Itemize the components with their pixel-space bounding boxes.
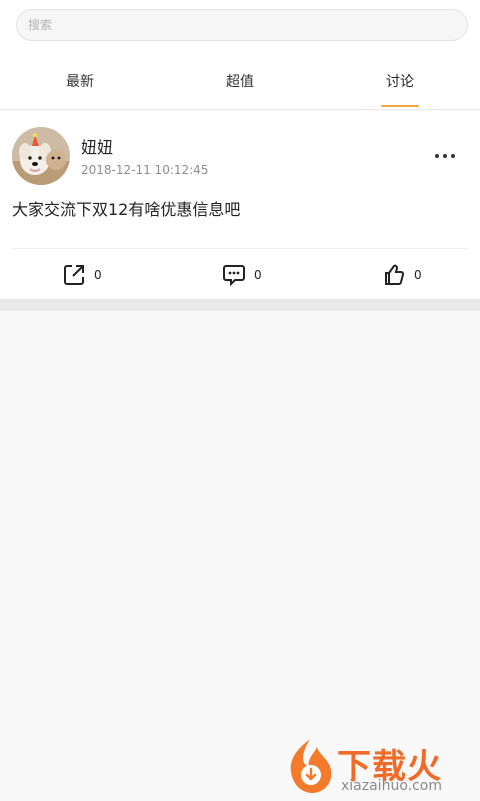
comment-icon: [223, 265, 245, 287]
share-count: 0: [94, 268, 102, 282]
comment-button[interactable]: 0: [222, 263, 262, 287]
watermark-logo: 下载火 xiazaihuo.com: [283, 735, 473, 797]
share-icon: [64, 265, 84, 285]
fire-logo-icon: [290, 739, 332, 793]
author-name[interactable]: 妞妞: [81, 138, 113, 158]
more-options-icon[interactable]: [434, 153, 456, 159]
tab-value[interactable]: 超值: [190, 56, 290, 109]
share-button[interactable]: 0: [62, 263, 102, 287]
watermark-domain: xiazaihuo.com: [341, 778, 442, 794]
like-button[interactable]: 0: [382, 263, 422, 287]
discussion-post-card[interactable]: 妞妞 2018-12-11 10:12:45 大家交流下双12有啥优惠信息吧 0…: [0, 111, 480, 299]
tab-bar: 最新 超值 讨论: [0, 56, 480, 110]
search-input[interactable]: 搜索: [16, 9, 468, 41]
avatar[interactable]: [12, 127, 70, 185]
comment-count: 0: [254, 268, 262, 282]
section-separator: [0, 299, 480, 311]
divider: [12, 248, 468, 249]
search-bar: 搜索: [0, 0, 480, 56]
thumbs-up-icon: [385, 264, 405, 285]
tab-latest[interactable]: 最新: [30, 56, 130, 109]
like-count: 0: [414, 268, 422, 282]
post-timestamp: 2018-12-11 10:12:45: [81, 163, 209, 177]
active-tab-indicator: [381, 105, 419, 107]
post-content: 大家交流下双12有啥优惠信息吧: [12, 200, 241, 219]
tab-discussion[interactable]: 讨论: [350, 56, 450, 109]
